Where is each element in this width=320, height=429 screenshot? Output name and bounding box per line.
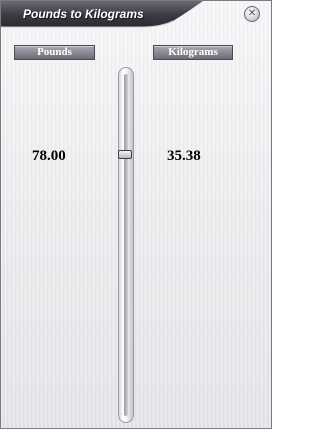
title-bar[interactable]: Pounds to Kilograms bbox=[1, 1, 271, 31]
close-button[interactable]: ✕ bbox=[244, 6, 260, 22]
pounds-value: 78.00 bbox=[32, 148, 66, 164]
converter-window: Pounds to Kilograms ✕ Pounds Kilograms 7… bbox=[0, 0, 272, 429]
pounds-button[interactable]: Pounds bbox=[14, 45, 95, 60]
window-title: Pounds to Kilograms bbox=[23, 7, 144, 21]
kilograms-value: 35.38 bbox=[167, 148, 201, 164]
slider-groove bbox=[124, 74, 128, 416]
kilograms-button[interactable]: Kilograms bbox=[153, 45, 233, 60]
close-icon: ✕ bbox=[247, 8, 257, 19]
conversion-slider-track[interactable] bbox=[118, 67, 134, 423]
conversion-slider-thumb[interactable] bbox=[118, 150, 132, 159]
